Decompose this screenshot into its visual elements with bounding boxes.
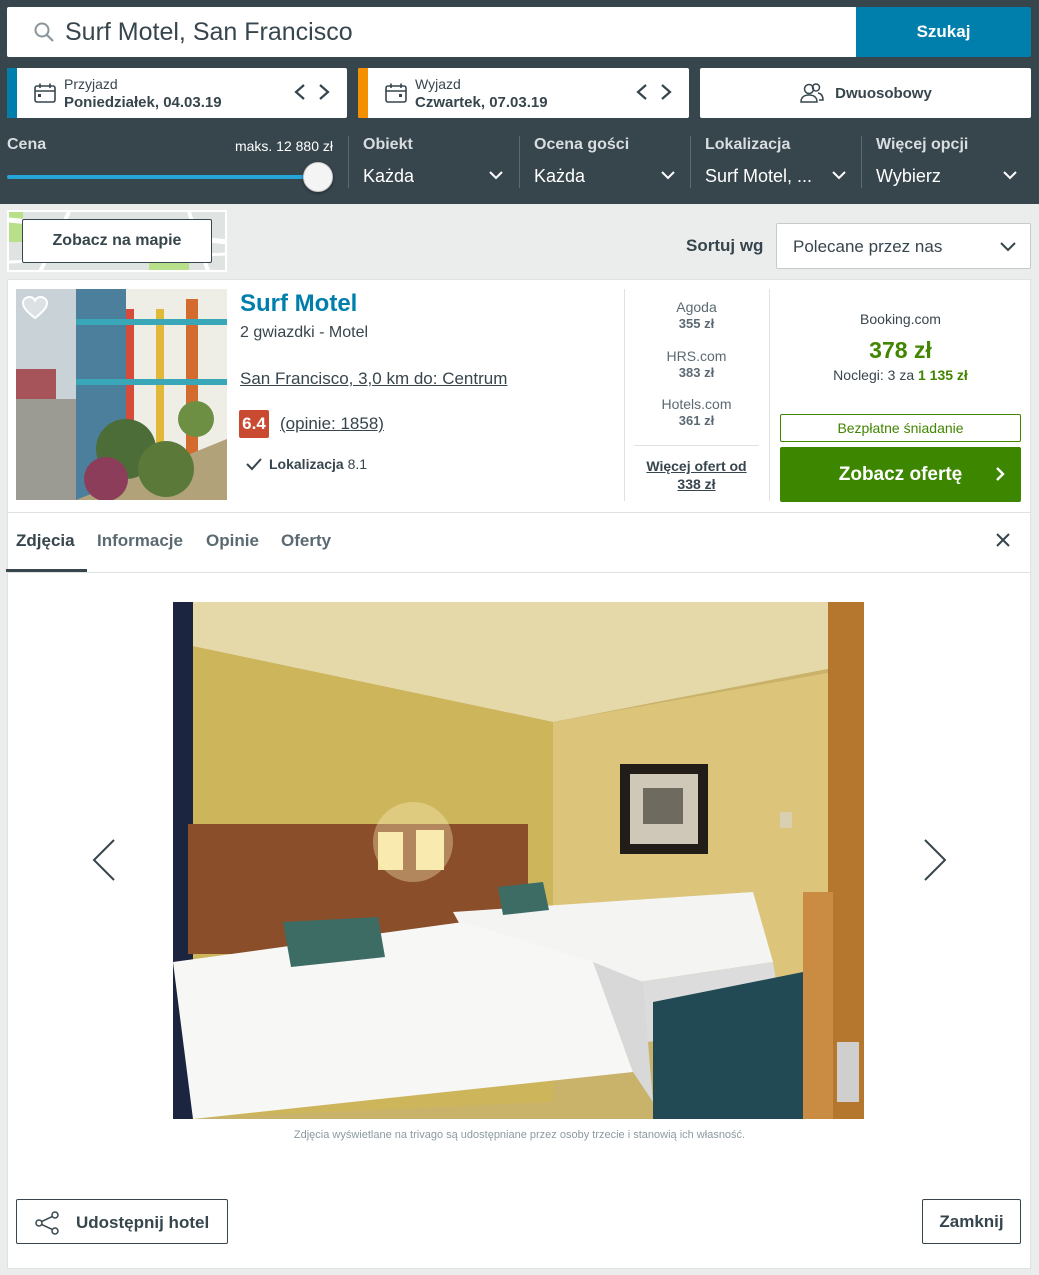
checkmark-icon — [246, 457, 262, 471]
checkout-label: Wyjazd — [415, 76, 461, 92]
rating-filter-label: Ocena gości — [534, 136, 630, 153]
calendar-icon — [385, 83, 407, 103]
room-type-label: Dwuosobowy — [835, 84, 932, 102]
chevron-down-icon — [1003, 170, 1017, 180]
offer-price: 355 zł — [678, 316, 715, 331]
checkin-value: Poniedziałek, 04.03.19 — [64, 94, 222, 111]
offers-divider — [634, 445, 759, 446]
tab-reviews[interactable]: Opinie — [206, 531, 259, 551]
hotel-category: 2 gwiazdki - Motel — [240, 324, 369, 341]
offer-hrs[interactable]: HRS.com 383 zł — [634, 348, 759, 380]
sort-select-value: Polecane przez nas — [793, 237, 943, 256]
location-score-label: Lokalizacja — [269, 456, 344, 472]
location-filter-label: Lokalizacja — [705, 136, 791, 153]
chevron-down-icon — [489, 170, 503, 180]
search-box[interactable] — [7, 7, 856, 57]
offer-site: Agoda — [676, 299, 717, 315]
chevron-down-icon — [1000, 242, 1016, 252]
filter-divider — [519, 136, 520, 188]
favorite-heart-icon[interactable] — [22, 296, 48, 320]
property-filter[interactable]: Obiekt Każda — [363, 136, 505, 188]
search-input[interactable] — [65, 15, 835, 49]
sort-label: Sortuj wg — [686, 236, 764, 255]
card-divider — [7, 512, 1031, 513]
free-breakfast-badge: Bezpłatne śniadanie — [780, 414, 1021, 442]
share-icon — [35, 1211, 59, 1235]
offer-site: HRS.com — [666, 348, 727, 364]
best-offer-site: Booking.com — [860, 311, 941, 327]
filter-divider — [690, 136, 691, 188]
rating-filter[interactable]: Ocena gości Każda — [534, 136, 676, 188]
property-filter-label: Obiekt — [363, 136, 413, 153]
gallery-next-arrow[interactable] — [923, 838, 947, 882]
tab-offers[interactable]: Oferty — [281, 531, 331, 551]
people-icon — [799, 82, 825, 104]
checkout-accent — [358, 68, 368, 118]
offer-agoda[interactable]: Agoda 355 zł — [634, 299, 759, 331]
calendar-icon — [34, 83, 56, 103]
column-divider — [769, 289, 770, 501]
chevron-right-icon — [996, 467, 1005, 481]
location-score-value: 8.1 — [347, 456, 368, 472]
view-deal-label: Zobacz ofertę — [838, 463, 963, 485]
more-options-label: Więcej opcji — [876, 136, 969, 153]
offer-price: 361 zł — [678, 413, 715, 428]
hotel-thumbnail[interactable] — [16, 289, 227, 500]
checkin-field[interactable]: Przyjazd Poniedziałek, 04.03.19 — [7, 68, 347, 118]
tab-photos[interactable]: Zdjęcia — [16, 531, 75, 551]
tab-info[interactable]: Informacje — [97, 531, 183, 551]
reviews-count[interactable]: (opinie: 1858) — [280, 414, 384, 433]
tabs-divider — [7, 572, 1031, 573]
checkin-accent — [7, 68, 17, 118]
price-filter: Cena maks. 12 880 zł — [7, 136, 333, 154]
location-score: Lokalizacja 8.1 — [269, 456, 367, 472]
filter-divider — [861, 136, 862, 188]
more-options-value: Wybierz — [876, 166, 941, 186]
gallery-prev-arrow[interactable] — [92, 838, 116, 882]
checkout-field[interactable]: Wyjazd Czwartek, 07.03.19 — [358, 68, 689, 118]
reviews-link[interactable]: (opinie: 1858) — [280, 414, 384, 434]
share-hotel-button[interactable]: Udostępnij hotel — [16, 1199, 228, 1244]
best-offer-price[interactable]: 378 zł — [780, 337, 1021, 364]
search-icon — [33, 21, 55, 43]
offer-hotels-com[interactable]: Hotels.com 361 zł — [634, 396, 759, 428]
room-type-selector[interactable]: Dwuosobowy — [700, 68, 1031, 118]
hotel-name[interactable]: Surf Motel — [240, 290, 357, 318]
sort-select[interactable]: Polecane przez nas — [776, 223, 1031, 269]
location-filter[interactable]: Lokalizacja Surf Motel, ... — [705, 136, 847, 188]
total-price-line: Noclegi: 3 za 1 135 zł — [780, 367, 1021, 383]
view-map-button[interactable]: Zobacz na mapie — [22, 219, 212, 263]
chevron-right-icon[interactable] — [317, 82, 331, 102]
more-options-filter[interactable]: Więcej opcji Wybierz — [876, 136, 1018, 188]
gallery-photo — [173, 602, 864, 1119]
column-divider — [624, 289, 625, 501]
chevron-down-icon — [661, 170, 675, 180]
chevron-down-icon — [832, 170, 846, 180]
nights-prefix: Noclegi: 3 za — [833, 367, 915, 383]
share-hotel-label: Udostępnij hotel — [76, 1213, 210, 1232]
rating-badge: 6.4 — [239, 410, 269, 438]
chevron-left-icon[interactable] — [635, 82, 649, 102]
hotel-location-link[interactable]: San Francisco, 3,0 km do: Centrum — [240, 369, 507, 389]
nights-total: 1 135 zł — [918, 367, 968, 383]
rating-filter-value: Każda — [534, 166, 586, 186]
checkout-value: Czwartek, 07.03.19 — [415, 94, 548, 111]
search-button[interactable]: Szukaj — [856, 7, 1031, 57]
close-button[interactable]: Zamknij — [922, 1199, 1021, 1244]
location-filter-value: Surf Motel, ... — [705, 166, 813, 186]
chevron-left-icon[interactable] — [293, 82, 307, 102]
chevron-right-icon[interactable] — [659, 82, 673, 102]
price-slider-handle[interactable] — [303, 162, 333, 192]
checkin-label: Przyjazd — [64, 76, 118, 92]
filter-divider — [348, 136, 349, 188]
offer-site: Hotels.com — [661, 396, 732, 412]
offer-price: 383 zł — [678, 365, 715, 380]
close-icon[interactable] — [994, 531, 1012, 549]
view-deal-button[interactable]: Zobacz ofertę — [780, 447, 1021, 502]
property-filter-value: Każda — [363, 166, 415, 186]
more-offers-link[interactable]: Więcej ofert od 338 zł — [634, 457, 759, 493]
photo-credit-caption: Zdjęcia wyświetlane na trivago są udostę… — [293, 1129, 746, 1141]
price-slider-track[interactable] — [7, 175, 317, 179]
price-max-label: maks. 12 880 zł — [234, 138, 333, 154]
